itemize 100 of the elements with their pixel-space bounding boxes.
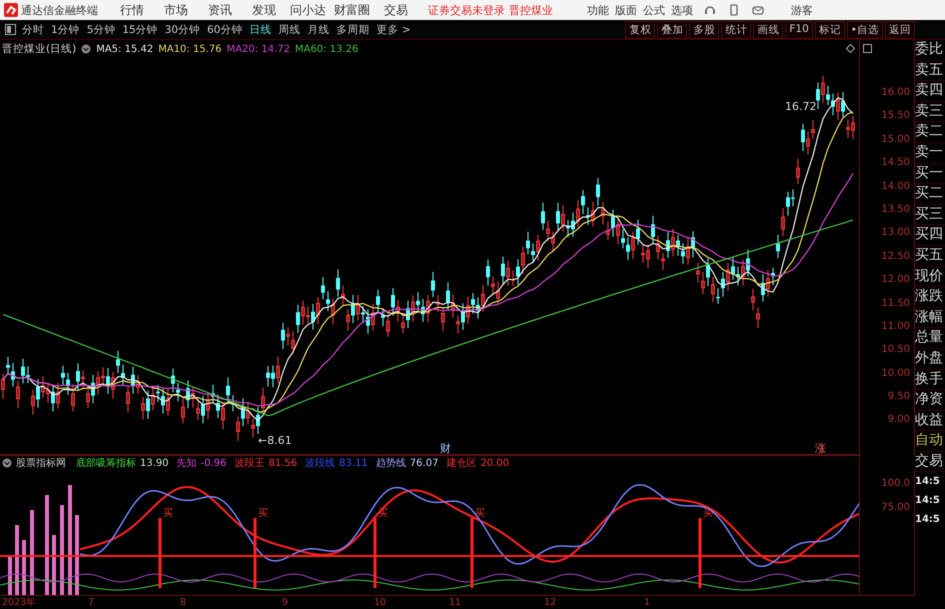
price-axis-label: 13.50 — [880, 202, 911, 217]
panel-toggle-icon[interactable] — [5, 24, 16, 35]
trade-label: 交易 — [915, 452, 945, 472]
price-axis-label: 9.50 — [886, 390, 911, 404]
more-link[interactable]: 更多 > — [376, 22, 411, 36]
period-tab[interactable]: 1分钟 — [51, 22, 80, 36]
dropdown-icon[interactable] — [2, 458, 12, 468]
date-axis-label: 2023年 — [1, 596, 38, 609]
period-tab[interactable]: 30分钟 — [164, 22, 200, 36]
event-mark: 财 — [440, 442, 451, 455]
price-axis-label: 14.00 — [880, 180, 911, 194]
indicator-name: 建仓区 — [446, 456, 476, 470]
period-tab[interactable]: 分时 — [22, 22, 44, 36]
toolbar-button[interactable]: 复权 — [625, 20, 656, 38]
indicator-axis-label: 75.00 — [880, 501, 911, 515]
menu-item[interactable]: 问小达 — [286, 2, 330, 18]
price-axis-label: 14.50 — [880, 156, 911, 170]
chart-title: 晋控煤业(日线) — [2, 42, 76, 56]
price-axis-label: 10.50 — [880, 343, 911, 358]
auto-label: 自动 — [915, 431, 945, 452]
buy-signal-label: 买 — [475, 508, 485, 519]
quote-field-label: 买四 — [915, 225, 945, 246]
menu-item[interactable]: 资讯 — [198, 2, 242, 18]
price-axis-label: 9.00 — [886, 413, 911, 428]
quote-field-label: 卖四 — [915, 81, 945, 102]
quote-field-label: 卖三 — [915, 102, 945, 122]
toolbar-button[interactable]: 返回 — [885, 20, 915, 38]
price-axis-label: 12.50 — [880, 250, 911, 264]
indicator-value: 83.11 — [339, 458, 368, 468]
date-axis-label: 9 — [282, 596, 290, 609]
period-tab[interactable]: 日线 — [250, 22, 272, 36]
quote-field-label: 外盘 — [915, 348, 945, 370]
toolbar-button[interactable]: •自选 — [846, 20, 883, 38]
period-tab[interactable]: 5分钟 — [86, 22, 116, 36]
toolbar-button[interactable]: 统计 — [721, 20, 752, 38]
signal-bar — [470, 518, 474, 588]
period-tab[interactable]: 15分钟 — [122, 22, 158, 36]
indicator-axis-label: 100.0 — [880, 477, 911, 491]
quote-field-label: 买五 — [915, 246, 945, 267]
quote-field-label: 涨跌 — [915, 287, 945, 308]
square-icon[interactable] — [863, 44, 872, 53]
toolbar-item[interactable]: 版面 — [615, 2, 637, 18]
low-price-label: ←8.61 — [258, 434, 292, 447]
toolbar-item[interactable]: 公式 — [643, 2, 665, 18]
quote-field-label: 委比 — [915, 40, 945, 61]
trade-time: 14:5 — [915, 475, 941, 490]
login-notice-link[interactable]: 证券交易未登录 — [428, 2, 505, 18]
menu-item[interactable]: 交易 — [374, 2, 418, 18]
toolbar-button[interactable]: 多股 — [689, 20, 720, 38]
app-title: 通达信金融终端 — [21, 2, 98, 18]
quote-field-label: 卖二 — [915, 122, 945, 143]
buy-signal-label: 买 — [163, 508, 173, 519]
date-axis-label: 11 — [449, 596, 462, 609]
toolbar-item[interactable]: 功能 — [587, 2, 609, 18]
stock-link[interactable]: 晋控煤业 — [509, 2, 553, 18]
period-tab[interactable]: 月线 — [308, 22, 330, 36]
menu-item[interactable]: 行情 — [110, 2, 154, 18]
indicator-name: 趋势线 — [376, 456, 406, 470]
signal-bar — [254, 518, 256, 588]
moving-average-label: MA10: 15.76 — [158, 44, 222, 54]
period-tab[interactable]: 多周期 — [336, 22, 370, 36]
quote-field-label: 卖一 — [915, 142, 945, 164]
buy-signal-label: 买 — [378, 508, 388, 519]
price-axis-label: 11.00 — [880, 320, 911, 334]
toolbar-button[interactable]: 画线 — [753, 20, 784, 38]
menu-item[interactable]: 发现 — [242, 2, 286, 18]
histogram-bar — [15, 525, 19, 595]
event-mark: 涨 — [815, 442, 826, 455]
price-axis-label: 16.00 — [880, 86, 911, 100]
histogram-bar — [22, 540, 26, 595]
date-axis-label: 1 — [644, 596, 650, 609]
period-tab[interactable]: 周线 — [278, 22, 300, 36]
user-label[interactable]: 游客 — [791, 2, 813, 18]
signal-bar — [158, 518, 162, 588]
app-logo-icon — [4, 3, 18, 17]
indicator-source: 股票指标网 — [16, 456, 66, 470]
price-axis-label: 15.50 — [880, 109, 911, 124]
quote-field-label: 净资 — [915, 390, 945, 411]
indicator-name: 波段王 — [234, 456, 265, 470]
trade-time: 14:5 — [915, 494, 941, 508]
indicator-value: 13.90 — [140, 458, 169, 468]
indicator-name: 波段线 — [305, 456, 336, 470]
toolbar-button[interactable]: 标记 — [814, 20, 845, 38]
toolbar-button[interactable]: F10 — [785, 20, 813, 38]
dropdown-icon[interactable] — [81, 44, 92, 54]
quote-field-label: 现价 — [915, 266, 945, 288]
price-axis-label: 10.00 — [880, 366, 911, 381]
menu-item[interactable]: 财富圈 — [330, 2, 374, 18]
toolbar-button[interactable]: 叠加 — [657, 20, 688, 38]
quote-field-label: 总量 — [915, 328, 945, 349]
indicator-value: -0.96 — [200, 458, 227, 468]
quote-field-label: 涨幅 — [915, 308, 945, 328]
date-axis-label: 12 — [544, 596, 558, 609]
period-tab[interactable]: 60分钟 — [207, 22, 242, 36]
toolbar-item[interactable]: 选项 — [671, 2, 693, 18]
moving-average-label: MA5: 15.42 — [96, 44, 154, 54]
quote-field-label: 收益 — [915, 410, 945, 432]
quote-field-label: 买二 — [915, 184, 945, 205]
menu-item[interactable]: 市场 — [154, 2, 198, 18]
diamond-icon[interactable] — [846, 44, 855, 53]
